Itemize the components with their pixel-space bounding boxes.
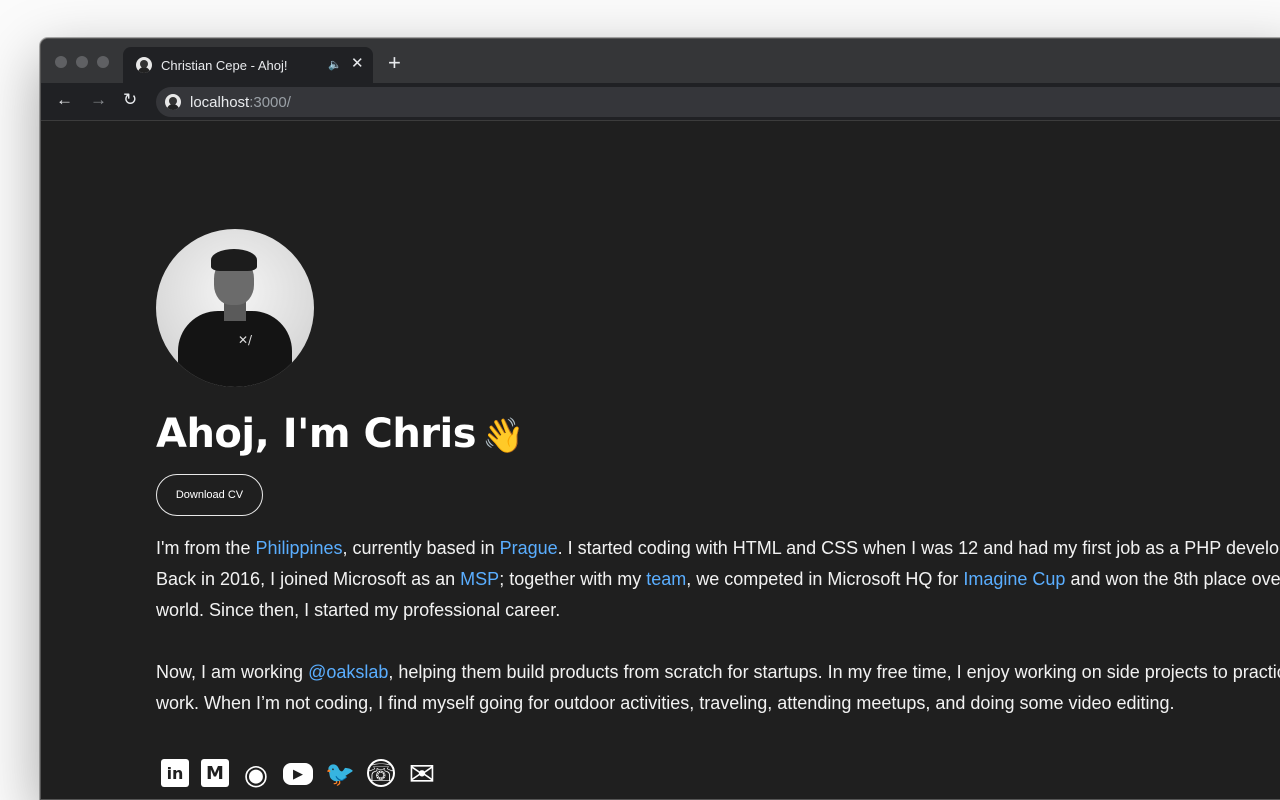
address-bar[interactable]: localhost:3000/ [156,87,1280,117]
youtube-icon[interactable]: ▶ [283,763,313,785]
window-controls [55,56,109,68]
social-links: in M ◉ ▶ 🐦 ☏ ✉ [161,755,437,793]
github-icon[interactable]: ◉ [241,758,271,791]
heading-text: Ahoj, I'm Chris [156,411,477,457]
email-icon[interactable]: ✉ [407,755,437,793]
maximize-window-button[interactable] [97,56,109,68]
back-arrow-icon[interactable]: ← [56,90,73,110]
bio-section: I'm from the Philippines, currently base… [156,533,1280,750]
site-favicon-icon [165,94,181,110]
bio-text: work. When I’m not coding, I find myself… [156,693,1175,713]
speaker-icon[interactable]: 🔈 [328,58,342,71]
tab-bar: Christian Cepe - Ahoj! 🔈 ✕ + [41,39,1280,83]
close-window-button[interactable] [55,56,67,68]
favicon-icon [136,57,152,73]
bio-text: ; together with my [499,569,647,589]
avatar: ✕/ [156,229,314,387]
close-tab-icon[interactable]: ✕ [351,55,364,73]
waving-hand-icon: 👋 [482,416,524,456]
reload-icon[interactable]: ↻ [123,90,137,110]
browser-window: Christian Cepe - Ahoj! 🔈 ✕ + ← → ↻ local… [40,38,1280,800]
bio-text: Back in 2016, I joined Microsoft as an [156,569,461,589]
link-imagine-cup[interactable]: Imagine Cup [963,569,1065,589]
bio-text: , helping them build products from scrat… [388,662,1280,682]
active-tab[interactable]: Christian Cepe - Ahoj! 🔈 ✕ [123,47,373,83]
link-team[interactable]: team [646,569,686,589]
link-msp[interactable]: MSP [460,569,499,589]
link-oakslab[interactable]: @oakslab [308,662,388,682]
avatar-body [178,311,292,387]
linkedin-icon[interactable]: in [161,759,189,787]
page-content: ✕/ Ahoj, I'm Chris 👋 Download CV I'm from… [41,121,1280,799]
minimize-window-button[interactable] [76,56,88,68]
twitter-icon[interactable]: 🐦 [325,759,355,789]
link-philippines[interactable]: Philippines [255,538,342,558]
new-tab-button[interactable]: + [388,52,401,74]
bio-paragraph-1: I'm from the Philippines, currently base… [156,533,1280,626]
download-cv-button[interactable]: Download CV [156,474,263,516]
bio-text: . I started coding with HTML and CSS whe… [557,538,1280,558]
whatsapp-icon[interactable]: ☏ [366,759,396,787]
browser-toolbar: ← → ↻ localhost:3000/ [41,83,1280,121]
bio-text: , currently based in [342,538,500,558]
bio-text: and won the 8th place over 50+ t [1070,569,1280,589]
bio-text: , we competed in Microsoft HQ for [686,569,964,589]
bio-text: I'm from the [156,538,256,558]
link-prague[interactable]: Prague [500,538,558,558]
shirt-logo-icon: ✕/ [238,333,253,347]
bio-text: Now, I am working [156,662,309,682]
medium-icon[interactable]: M [201,759,229,787]
url-port-path: :3000/ [249,93,291,111]
forward-arrow-icon[interactable]: → [90,90,107,110]
tab-title: Christian Cepe - Ahoj! [161,57,288,73]
bio-paragraph-2: Now, I am working @oakslab, helping them… [156,657,1280,719]
bio-text: world. Since then, I started my professi… [156,600,561,620]
avatar-hair [211,249,257,271]
url-host: localhost [190,93,250,111]
page-title: Ahoj, I'm Chris 👋 [156,411,524,457]
